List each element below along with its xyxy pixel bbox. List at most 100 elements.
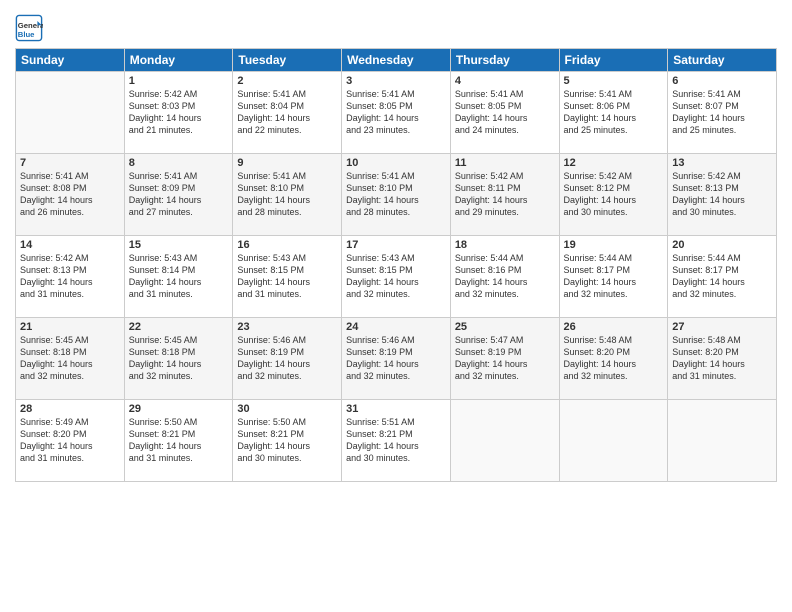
calendar-cell: 12Sunrise: 5:42 AM Sunset: 8:12 PM Dayli… bbox=[559, 154, 668, 236]
day-number: 25 bbox=[455, 321, 555, 333]
calendar-cell: 17Sunrise: 5:43 AM Sunset: 8:15 PM Dayli… bbox=[342, 236, 451, 318]
day-detail: Sunrise: 5:41 AM Sunset: 8:05 PM Dayligh… bbox=[346, 88, 446, 137]
day-number: 10 bbox=[346, 157, 446, 169]
day-detail: Sunrise: 5:47 AM Sunset: 8:19 PM Dayligh… bbox=[455, 334, 555, 383]
day-detail: Sunrise: 5:45 AM Sunset: 8:18 PM Dayligh… bbox=[20, 334, 120, 383]
calendar-cell: 24Sunrise: 5:46 AM Sunset: 8:19 PM Dayli… bbox=[342, 318, 451, 400]
calendar-cell: 5Sunrise: 5:41 AM Sunset: 8:06 PM Daylig… bbox=[559, 72, 668, 154]
calendar-cell: 6Sunrise: 5:41 AM Sunset: 8:07 PM Daylig… bbox=[668, 72, 777, 154]
day-number: 6 bbox=[672, 75, 772, 87]
dow-header-friday: Friday bbox=[559, 49, 668, 72]
day-number: 11 bbox=[455, 157, 555, 169]
day-number: 24 bbox=[346, 321, 446, 333]
day-detail: Sunrise: 5:46 AM Sunset: 8:19 PM Dayligh… bbox=[237, 334, 337, 383]
day-detail: Sunrise: 5:43 AM Sunset: 8:14 PM Dayligh… bbox=[129, 252, 229, 301]
day-detail: Sunrise: 5:41 AM Sunset: 8:08 PM Dayligh… bbox=[20, 170, 120, 219]
logo-icon: General Blue bbox=[15, 14, 43, 42]
day-number: 7 bbox=[20, 157, 120, 169]
day-detail: Sunrise: 5:50 AM Sunset: 8:21 PM Dayligh… bbox=[237, 416, 337, 465]
week-row-1: 1Sunrise: 5:42 AM Sunset: 8:03 PM Daylig… bbox=[16, 72, 777, 154]
dow-header-thursday: Thursday bbox=[450, 49, 559, 72]
calendar: SundayMondayTuesdayWednesdayThursdayFrid… bbox=[15, 48, 777, 482]
svg-text:General: General bbox=[18, 21, 43, 30]
calendar-cell: 15Sunrise: 5:43 AM Sunset: 8:14 PM Dayli… bbox=[124, 236, 233, 318]
week-row-4: 21Sunrise: 5:45 AM Sunset: 8:18 PM Dayli… bbox=[16, 318, 777, 400]
day-number: 19 bbox=[564, 239, 664, 251]
day-detail: Sunrise: 5:41 AM Sunset: 8:09 PM Dayligh… bbox=[129, 170, 229, 219]
day-number: 4 bbox=[455, 75, 555, 87]
day-number: 21 bbox=[20, 321, 120, 333]
day-number: 13 bbox=[672, 157, 772, 169]
week-row-3: 14Sunrise: 5:42 AM Sunset: 8:13 PM Dayli… bbox=[16, 236, 777, 318]
calendar-cell: 31Sunrise: 5:51 AM Sunset: 8:21 PM Dayli… bbox=[342, 400, 451, 482]
week-row-2: 7Sunrise: 5:41 AM Sunset: 8:08 PM Daylig… bbox=[16, 154, 777, 236]
day-number: 23 bbox=[237, 321, 337, 333]
day-detail: Sunrise: 5:41 AM Sunset: 8:07 PM Dayligh… bbox=[672, 88, 772, 137]
calendar-cell bbox=[559, 400, 668, 482]
calendar-cell: 16Sunrise: 5:43 AM Sunset: 8:15 PM Dayli… bbox=[233, 236, 342, 318]
calendar-cell: 2Sunrise: 5:41 AM Sunset: 8:04 PM Daylig… bbox=[233, 72, 342, 154]
calendar-cell: 13Sunrise: 5:42 AM Sunset: 8:13 PM Dayli… bbox=[668, 154, 777, 236]
day-detail: Sunrise: 5:48 AM Sunset: 8:20 PM Dayligh… bbox=[672, 334, 772, 383]
header: General Blue bbox=[15, 10, 777, 42]
calendar-body: 1Sunrise: 5:42 AM Sunset: 8:03 PM Daylig… bbox=[16, 72, 777, 482]
day-number: 9 bbox=[237, 157, 337, 169]
day-detail: Sunrise: 5:43 AM Sunset: 8:15 PM Dayligh… bbox=[237, 252, 337, 301]
day-detail: Sunrise: 5:48 AM Sunset: 8:20 PM Dayligh… bbox=[564, 334, 664, 383]
day-detail: Sunrise: 5:44 AM Sunset: 8:17 PM Dayligh… bbox=[564, 252, 664, 301]
day-number: 14 bbox=[20, 239, 120, 251]
calendar-cell: 14Sunrise: 5:42 AM Sunset: 8:13 PM Dayli… bbox=[16, 236, 125, 318]
day-of-week-row: SundayMondayTuesdayWednesdayThursdayFrid… bbox=[16, 49, 777, 72]
page: General Blue SundayMondayTuesdayWednesda… bbox=[0, 0, 792, 612]
day-detail: Sunrise: 5:41 AM Sunset: 8:10 PM Dayligh… bbox=[346, 170, 446, 219]
day-number: 27 bbox=[672, 321, 772, 333]
calendar-cell: 18Sunrise: 5:44 AM Sunset: 8:16 PM Dayli… bbox=[450, 236, 559, 318]
day-number: 16 bbox=[237, 239, 337, 251]
day-detail: Sunrise: 5:45 AM Sunset: 8:18 PM Dayligh… bbox=[129, 334, 229, 383]
day-detail: Sunrise: 5:42 AM Sunset: 8:03 PM Dayligh… bbox=[129, 88, 229, 137]
day-number: 15 bbox=[129, 239, 229, 251]
day-number: 29 bbox=[129, 403, 229, 415]
calendar-cell: 21Sunrise: 5:45 AM Sunset: 8:18 PM Dayli… bbox=[16, 318, 125, 400]
calendar-cell: 9Sunrise: 5:41 AM Sunset: 8:10 PM Daylig… bbox=[233, 154, 342, 236]
calendar-cell bbox=[668, 400, 777, 482]
calendar-cell: 26Sunrise: 5:48 AM Sunset: 8:20 PM Dayli… bbox=[559, 318, 668, 400]
calendar-cell: 3Sunrise: 5:41 AM Sunset: 8:05 PM Daylig… bbox=[342, 72, 451, 154]
day-detail: Sunrise: 5:41 AM Sunset: 8:04 PM Dayligh… bbox=[237, 88, 337, 137]
dow-header-sunday: Sunday bbox=[16, 49, 125, 72]
calendar-cell: 11Sunrise: 5:42 AM Sunset: 8:11 PM Dayli… bbox=[450, 154, 559, 236]
day-number: 28 bbox=[20, 403, 120, 415]
calendar-cell: 19Sunrise: 5:44 AM Sunset: 8:17 PM Dayli… bbox=[559, 236, 668, 318]
calendar-cell: 22Sunrise: 5:45 AM Sunset: 8:18 PM Dayli… bbox=[124, 318, 233, 400]
day-number: 22 bbox=[129, 321, 229, 333]
calendar-cell bbox=[16, 72, 125, 154]
calendar-cell: 30Sunrise: 5:50 AM Sunset: 8:21 PM Dayli… bbox=[233, 400, 342, 482]
day-number: 17 bbox=[346, 239, 446, 251]
dow-header-saturday: Saturday bbox=[668, 49, 777, 72]
calendar-cell: 27Sunrise: 5:48 AM Sunset: 8:20 PM Dayli… bbox=[668, 318, 777, 400]
dow-header-wednesday: Wednesday bbox=[342, 49, 451, 72]
day-detail: Sunrise: 5:41 AM Sunset: 8:06 PM Dayligh… bbox=[564, 88, 664, 137]
logo: General Blue bbox=[15, 14, 45, 42]
calendar-cell: 29Sunrise: 5:50 AM Sunset: 8:21 PM Dayli… bbox=[124, 400, 233, 482]
day-detail: Sunrise: 5:44 AM Sunset: 8:16 PM Dayligh… bbox=[455, 252, 555, 301]
day-number: 1 bbox=[129, 75, 229, 87]
day-detail: Sunrise: 5:41 AM Sunset: 8:05 PM Dayligh… bbox=[455, 88, 555, 137]
day-number: 8 bbox=[129, 157, 229, 169]
day-detail: Sunrise: 5:46 AM Sunset: 8:19 PM Dayligh… bbox=[346, 334, 446, 383]
day-number: 18 bbox=[455, 239, 555, 251]
day-detail: Sunrise: 5:42 AM Sunset: 8:13 PM Dayligh… bbox=[20, 252, 120, 301]
day-number: 31 bbox=[346, 403, 446, 415]
dow-header-monday: Monday bbox=[124, 49, 233, 72]
calendar-cell: 28Sunrise: 5:49 AM Sunset: 8:20 PM Dayli… bbox=[16, 400, 125, 482]
day-number: 30 bbox=[237, 403, 337, 415]
day-detail: Sunrise: 5:41 AM Sunset: 8:10 PM Dayligh… bbox=[237, 170, 337, 219]
dow-header-tuesday: Tuesday bbox=[233, 49, 342, 72]
day-detail: Sunrise: 5:51 AM Sunset: 8:21 PM Dayligh… bbox=[346, 416, 446, 465]
day-number: 2 bbox=[237, 75, 337, 87]
calendar-cell: 25Sunrise: 5:47 AM Sunset: 8:19 PM Dayli… bbox=[450, 318, 559, 400]
day-number: 26 bbox=[564, 321, 664, 333]
day-detail: Sunrise: 5:49 AM Sunset: 8:20 PM Dayligh… bbox=[20, 416, 120, 465]
calendar-cell: 10Sunrise: 5:41 AM Sunset: 8:10 PM Dayli… bbox=[342, 154, 451, 236]
calendar-cell: 4Sunrise: 5:41 AM Sunset: 8:05 PM Daylig… bbox=[450, 72, 559, 154]
